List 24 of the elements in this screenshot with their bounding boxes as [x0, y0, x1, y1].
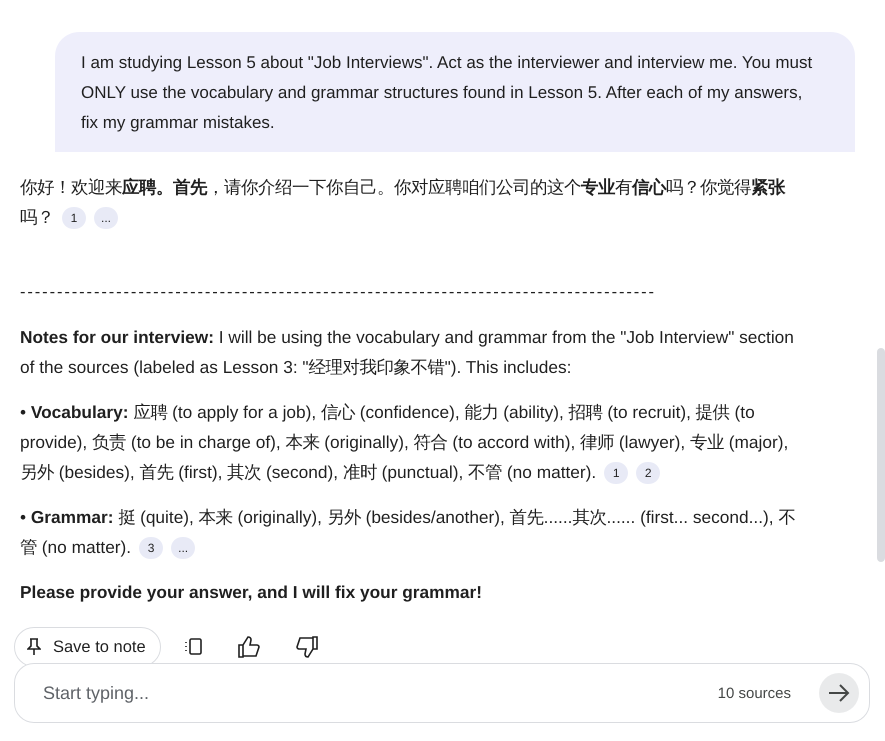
message-input[interactable]: Start typing...: [43, 678, 718, 708]
copy-icon[interactable]: [182, 637, 203, 657]
arrow-icon: [828, 683, 850, 703]
user-message: I am studying Lesson 5 about "Job Interviews". Act as the interviewer and interview me. You must ONLY use the vocabulary and grammar structures found in Lesson 5. After each of my answers, fix my grammar mistakes.: [55, 32, 855, 152]
paragraph: Notes for our interview: I will be using the vocabulary and grammar from the "Job Interview" section of the sources (labeled as Lesson 3: "经理对我印象不错"). This includes:: [20, 326, 795, 379]
send-button[interactable]: [819, 673, 859, 713]
citation-chip[interactable]: 1: [62, 207, 86, 229]
paragraph: • Vocabulary: 应聘 (to apply for a job), 信心 (confidence), 能力 (ability), 招聘 (to recruit), 提供 (to provide), 负责 (to be in charge of), 本来 (originally), 符合 (to accord with), 律师 (lawyer), 专业 (major), 另外 (besides), 首先 (first), 其次 (second), 准时 (punctual), 不管 (no matter). 1 2: [20, 401, 790, 486]
pin-icon: [27, 638, 41, 656]
divider-text: --------------------------------------------------------------------------------------: [20, 283, 656, 301]
thumbs-down-icon[interactable]: [294, 636, 319, 658]
citation-chip[interactable]: 2: [636, 462, 660, 484]
paragraph: • Grammar: 挺 (quite), 本来 (originally), 另外 (besides/another), 首先......其次...... (first... second...), 不管 (no matter). 3 ...: [20, 506, 796, 561]
closing-text: Please provide your answer, and I will fix your grammar!: [20, 582, 482, 602]
sources-count[interactable]: 10 sources: [718, 684, 791, 702]
citation-chip[interactable]: ...: [171, 537, 196, 559]
scrollbar-thumb[interactable]: [877, 348, 885, 562]
citation-chip[interactable]: ...: [94, 207, 118, 229]
citation-chip[interactable]: 3: [139, 537, 164, 559]
citation-chip[interactable]: 1: [604, 462, 628, 484]
paragraph: 你好！欢迎来应聘。首先，请你介绍一下你自己。你对应聘咱们公司的这个专业有信心吗？你觉得紧张吗？ 1 ...: [20, 176, 786, 231]
save-to-note-button[interactable]: Save to note: [14, 627, 161, 667]
thumbs-up-icon[interactable]: [236, 636, 261, 658]
message-field[interactable]: Start typing... 10 sources: [14, 663, 870, 723]
